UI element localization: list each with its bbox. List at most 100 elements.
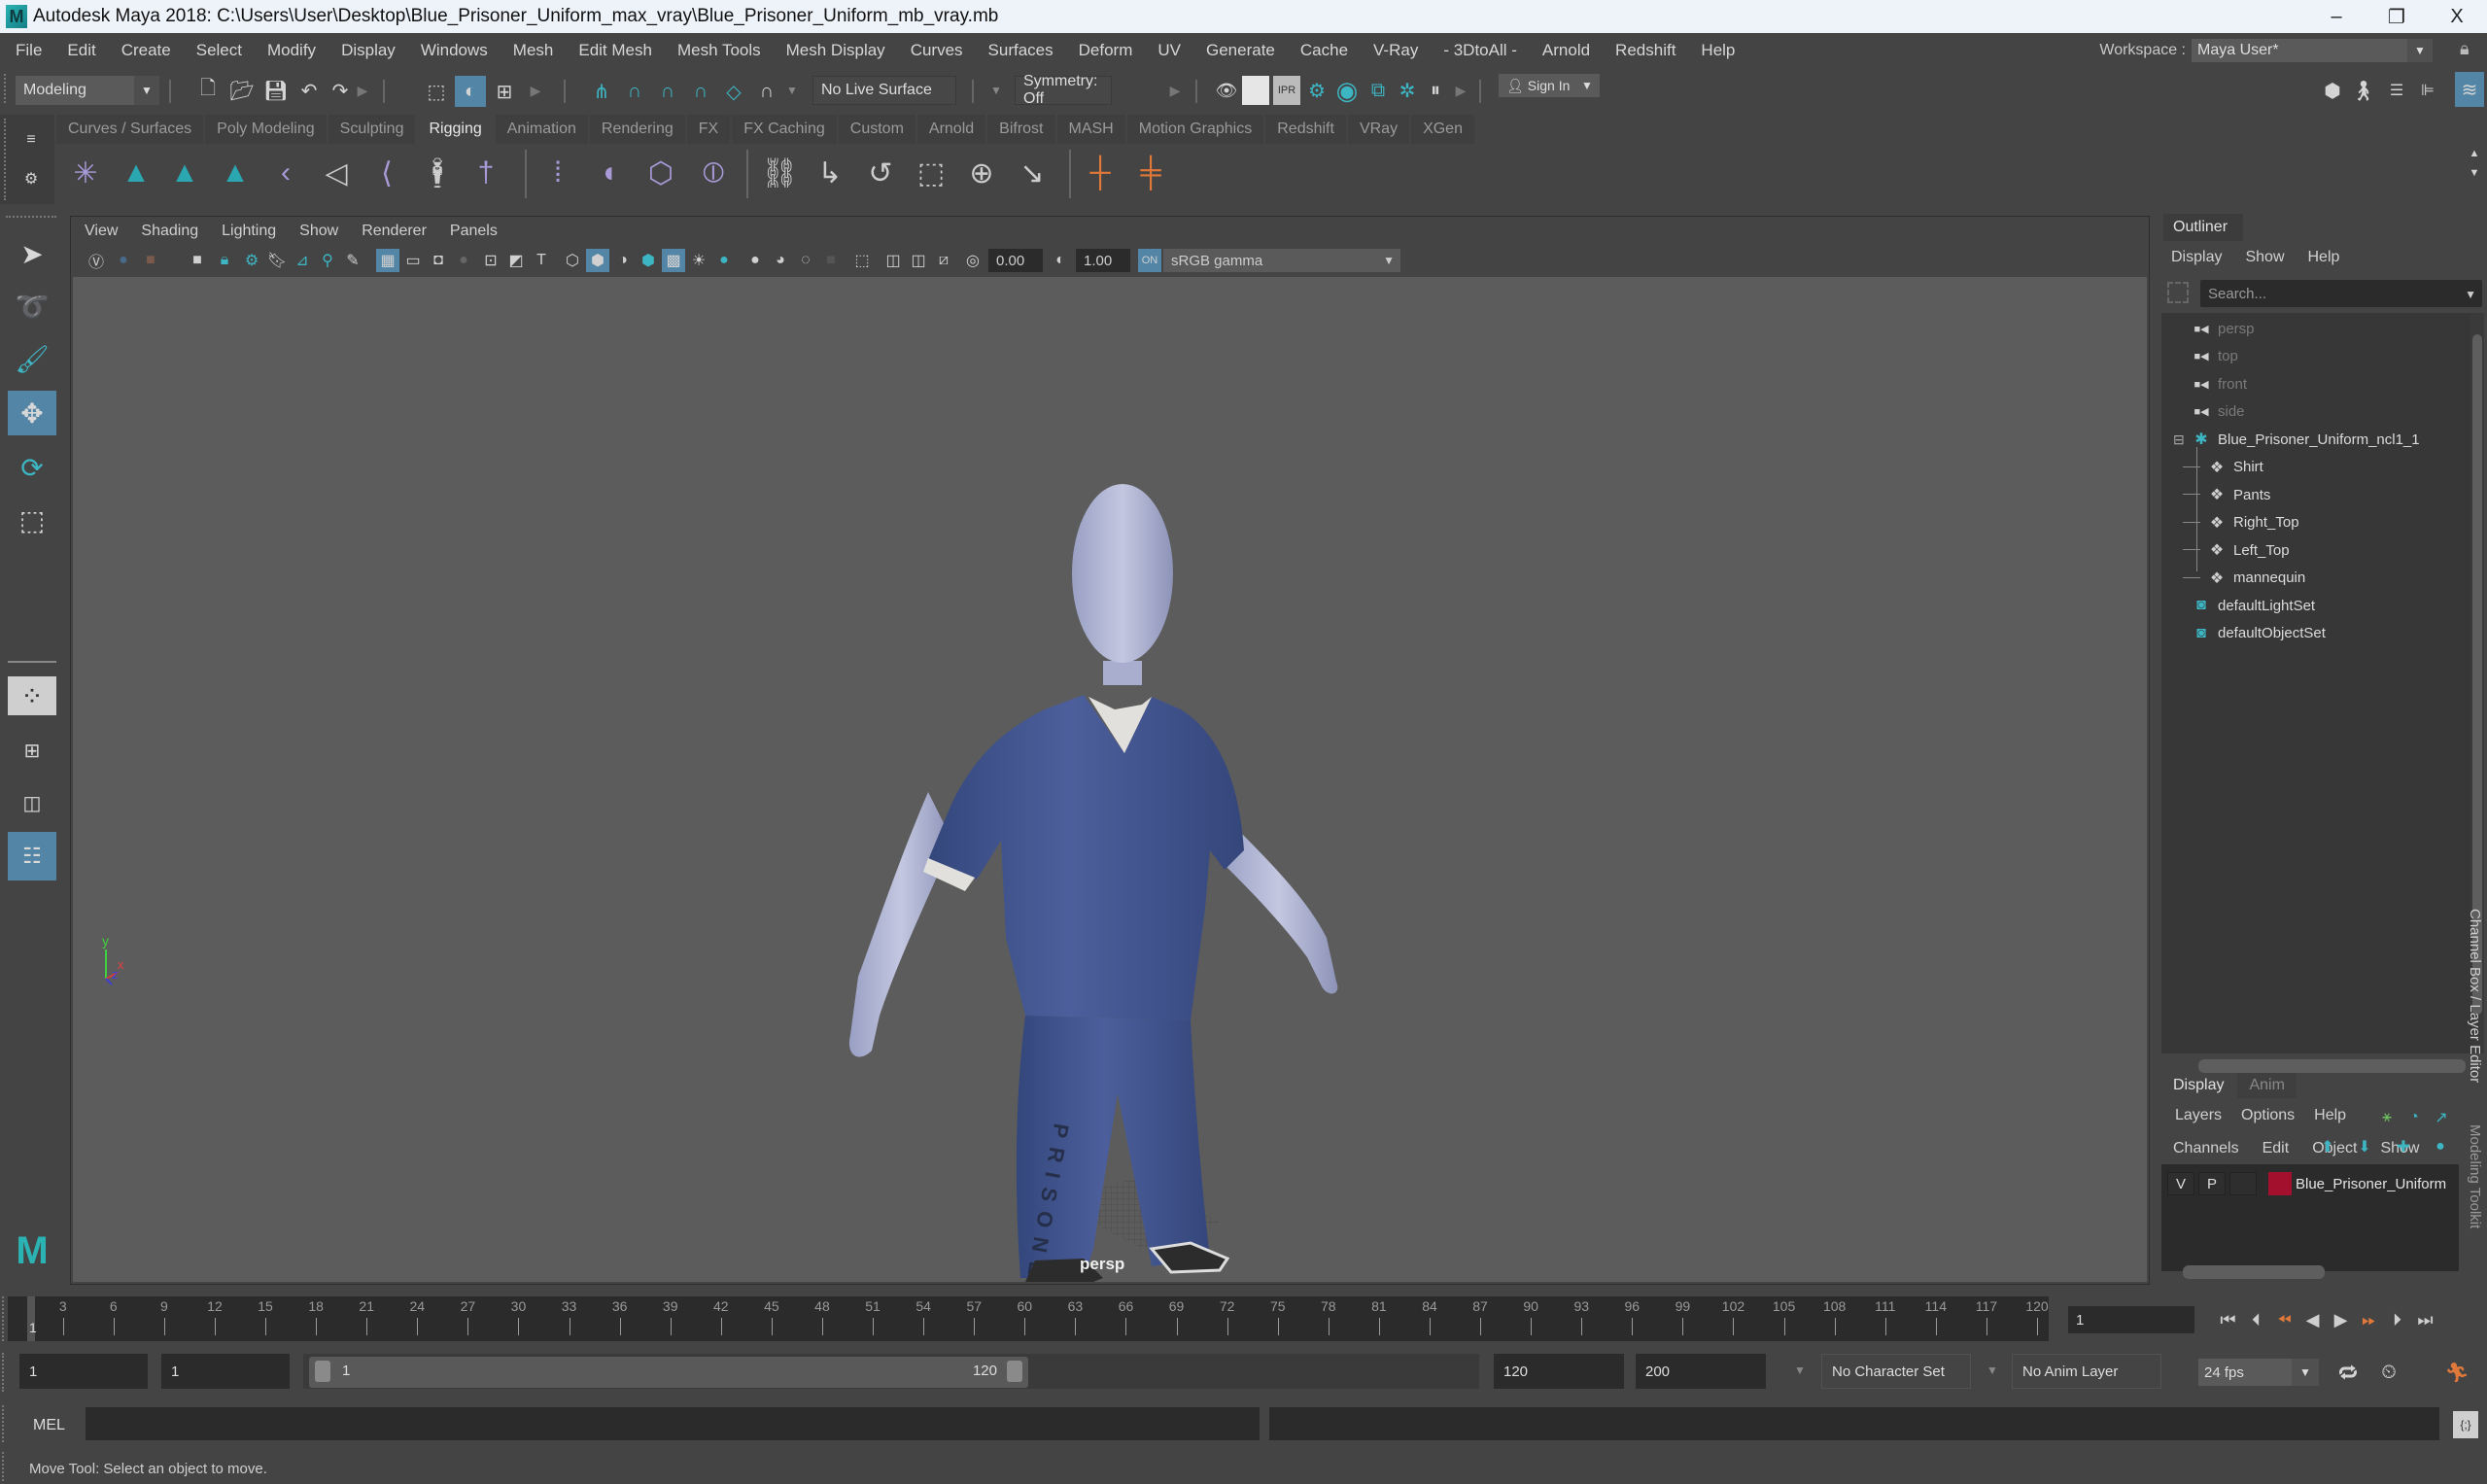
play-forwards-icon[interactable]: ▶ (2327, 1306, 2355, 1333)
loop-playback-icon[interactable]: 🔁︎ (2334, 1359, 2362, 1386)
layer-tab-anim[interactable]: Anim (2237, 1073, 2297, 1098)
symmetry-field[interactable]: Symmetry: Off (1015, 73, 1112, 107)
menu-modify[interactable]: Modify (255, 41, 328, 60)
chevron-down-icon[interactable]: ▼ (1983, 1359, 2002, 1382)
gamma-field[interactable]: 1.00 (1076, 249, 1130, 272)
step-back-frame-icon[interactable]: ⏴︎ (2242, 1306, 2270, 1333)
outliner-item[interactable]: ⊟ ✱ Blue_Prisoner_Uniform_ncl1_1 (2173, 426, 2420, 453)
step-back-key-icon[interactable]: ⏪︎ (2270, 1306, 2298, 1333)
scale-constraint-icon[interactable]: ⬚ (910, 152, 952, 194)
menu-edit-mesh[interactable]: Edit Mesh (566, 41, 665, 60)
outliner-item[interactable]: ❖ mannequin (2183, 565, 2305, 592)
layer-menu-layers[interactable]: Layers (2161, 1107, 2231, 1124)
chevron-down-icon[interactable]: ▼ (989, 76, 1003, 105)
gate-mask-icon[interactable]: ● (452, 249, 475, 272)
shelf-tab-mash[interactable]: MASH (1056, 115, 1125, 144)
close-button[interactable]: X (2427, 6, 2487, 28)
select-tool-icon[interactable]: ➤ (8, 231, 56, 276)
collapse-arrow-icon[interactable]: ▶ (529, 76, 542, 105)
go-to-start-icon[interactable]: ⏮ (2214, 1306, 2242, 1333)
manipulator-icon[interactable]: ⚹ (2375, 1106, 2399, 1129)
outliner-horizontal-scrollbar[interactable] (2179, 1057, 2470, 1073)
cluster-icon[interactable]: ⦶ (692, 152, 735, 194)
locator-icon[interactable]: ┼ (1079, 152, 1122, 194)
collapse-arrow-icon[interactable]: ▶ (1454, 76, 1468, 105)
lock-camera-icon[interactable]: 🔒︎ (213, 249, 236, 272)
safe-title-icon[interactable]: T (530, 249, 553, 272)
resolution-gate-icon[interactable]: ◘ (427, 249, 450, 272)
menuset-dropdown[interactable]: Modeling ▼ (16, 76, 159, 105)
menu-mesh[interactable]: Mesh (501, 41, 567, 60)
layer-horizontal-scrollbar[interactable] (2169, 1263, 2451, 1279)
outliner-item[interactable]: ◙ defaultLightSet (2191, 592, 2315, 619)
hik-skeleton-icon[interactable]: ▲ (214, 152, 257, 194)
shelf-tab-redshift[interactable]: Redshift (1265, 115, 1346, 144)
menu-uv[interactable]: UV (1145, 41, 1193, 60)
snap-make-live-icon[interactable]: ∩ (752, 76, 781, 107)
use-all-lights-icon[interactable]: ☀ (687, 249, 710, 272)
menu-v-ray[interactable]: V-Ray (1361, 41, 1431, 60)
outliner-menu-help[interactable]: Help (2297, 249, 2352, 266)
shelf-tab-curves-surfaces[interactable]: Curves / Surfaces (56, 115, 204, 144)
locator-constraint-icon[interactable]: ╪ (1129, 152, 1172, 194)
move-layer-up-icon[interactable]: ⬆ (2313, 1133, 2342, 1160)
undo-icon[interactable]: ↶ (295, 76, 323, 105)
scale-tool-icon[interactable]: ⬚ (8, 498, 56, 542)
script-editor-icon[interactable]: {;} (2453, 1411, 2478, 1438)
render-settings-icon[interactable]: ⚙ (1303, 76, 1330, 105)
menu-cache[interactable]: Cache (1288, 41, 1361, 60)
snap-curve-icon[interactable]: ∩ (620, 76, 649, 107)
animation-preferences-icon[interactable]: 🏃︎ (2443, 1359, 2470, 1386)
hik-character-icon[interactable]: ▲ (163, 152, 206, 194)
move-tool-icon[interactable]: ✥ (8, 391, 56, 435)
xray-active-components-icon[interactable]: ◫ (907, 249, 930, 272)
character-set-dropdown[interactable]: No Character Set (1821, 1354, 1971, 1389)
shelf-tab-bifrost[interactable]: Bifrost (987, 115, 1055, 144)
channel-box-menu-edit[interactable]: Edit (2251, 1140, 2301, 1157)
hypershade-icon[interactable]: ◉ (1333, 76, 1361, 105)
step-forward-key-icon[interactable]: ⏩︎ (2355, 1306, 2383, 1333)
range-slider[interactable]: 1 120 (309, 1357, 1028, 1388)
outliner-item[interactable]: ■◀ side (2191, 398, 2244, 426)
orient-constraint-icon[interactable]: ↺ (859, 152, 902, 194)
bookmark-icon[interactable]: 🔖︎ (265, 249, 289, 272)
create-layer-from-selected-icon[interactable]: ● (2426, 1133, 2455, 1160)
select-hierarchy-icon[interactable]: ⬚ (422, 76, 451, 107)
menu-help[interactable]: Help (1688, 41, 1747, 60)
layer-editor-toggle-icon[interactable]: ≋ (2455, 72, 2484, 107)
menu-redshift[interactable]: Redshift (1603, 41, 1688, 60)
layer-display-type-toggle[interactable] (2229, 1172, 2257, 1195)
screen-space-ao-icon[interactable]: ● (743, 249, 767, 272)
four-view-layout-icon[interactable]: ⊞ (8, 729, 56, 772)
shelf-tab-sculpting[interactable]: Sculpting (328, 115, 416, 144)
help-line-grip[interactable] (2, 1452, 6, 1481)
film-gate-icon[interactable]: ▭ (401, 249, 425, 272)
outliner-search-input[interactable]: Search... ▼ (2200, 280, 2482, 307)
modeling-toolkit-tab[interactable]: Modeling Toolkit (2463, 1114, 2487, 1240)
light-editor-icon[interactable]: ✲ (1394, 76, 1421, 105)
speed-icon[interactable]: ◔ (2402, 1106, 2426, 1129)
open-scene-icon[interactable]: 📂︎ (227, 76, 257, 105)
menu-edit[interactable]: Edit (54, 41, 108, 60)
layer-color-swatch[interactable] (2268, 1172, 2292, 1195)
color-management-toggle-icon[interactable]: ON (1138, 249, 1161, 272)
layer-tab-display[interactable]: Display (2161, 1073, 2236, 1098)
outliner-filter-icon[interactable] (2167, 282, 2189, 303)
outliner-item[interactable]: ❖ Shirt (2183, 454, 2263, 481)
grease-pencil-icon[interactable]: ✎ (341, 249, 364, 272)
shelf-tab-xgen[interactable]: XGen (1411, 115, 1474, 144)
shelf-tab-fx-caching[interactable]: FX Caching (732, 115, 837, 144)
playback-start-field[interactable]: 1 (161, 1354, 290, 1389)
range-end-handle[interactable] (1007, 1361, 1022, 1382)
joint-tool-icon[interactable]: ✳ (64, 152, 107, 194)
channel-box-menu-channels[interactable]: Channels (2158, 1140, 2251, 1157)
render-frame-icon[interactable] (1242, 76, 1269, 105)
time-slider[interactable]: 1 3 6 9 12 15 18 21 24 27 30 33 36 39 42 45 48 51 54 57 60 6… (8, 1296, 2049, 1341)
lock-icon[interactable]: 🔒︎ (2460, 39, 2477, 62)
snap-grid-icon[interactable]: ⋔ (587, 76, 616, 107)
range-start-handle[interactable] (315, 1361, 330, 1382)
aim-constraint-icon[interactable]: ⊕ (960, 152, 1003, 194)
menu-select[interactable]: Select (184, 41, 255, 60)
default-material-icon[interactable]: ◑ (611, 249, 635, 272)
select-component-icon[interactable]: ⊞ (490, 76, 519, 107)
